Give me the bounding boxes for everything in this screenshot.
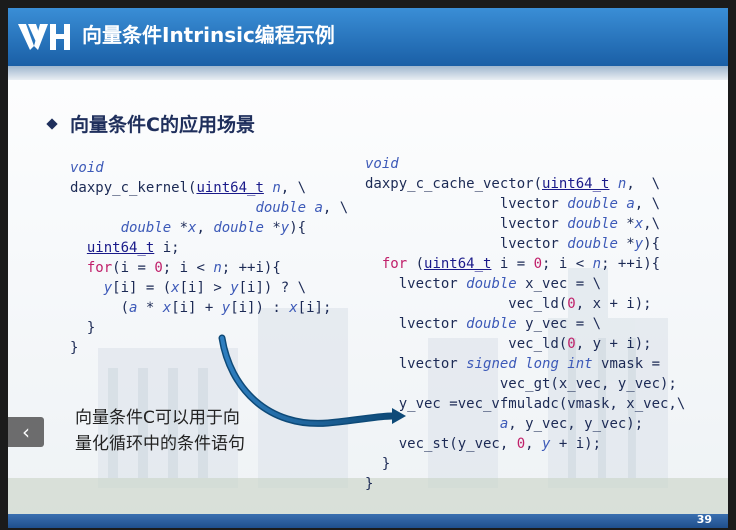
annotation-line-1: 向量条件C可以用于向 bbox=[75, 408, 240, 428]
title-divider bbox=[8, 66, 728, 80]
page-number: 39 bbox=[696, 513, 712, 526]
slide: 向量条件Intrinsic编程示例 向量条件C的应用场景 void daxpy_… bbox=[8, 8, 728, 528]
bottom-bar bbox=[8, 514, 728, 528]
title-bar: 向量条件Intrinsic编程示例 bbox=[8, 8, 728, 80]
previous-slide-button[interactable]: ‹ bbox=[8, 417, 44, 447]
university-logo-icon bbox=[18, 24, 70, 50]
slide-title: 向量条件Intrinsic编程示例 bbox=[82, 23, 335, 47]
annotation-line-2: 量化循环中的条件语句 bbox=[75, 434, 245, 454]
code-block-vector: void daxpy_c_cache_vector(uint64_t n, \ … bbox=[365, 156, 686, 492]
annotation-text: 向量条件C可以用于向 量化循环中的条件语句 bbox=[75, 405, 245, 457]
code-block-scalar: void daxpy_c_kernel(uint64_t n, \ double… bbox=[70, 160, 349, 356]
section-heading: 向量条件C的应用场景 bbox=[70, 114, 255, 136]
